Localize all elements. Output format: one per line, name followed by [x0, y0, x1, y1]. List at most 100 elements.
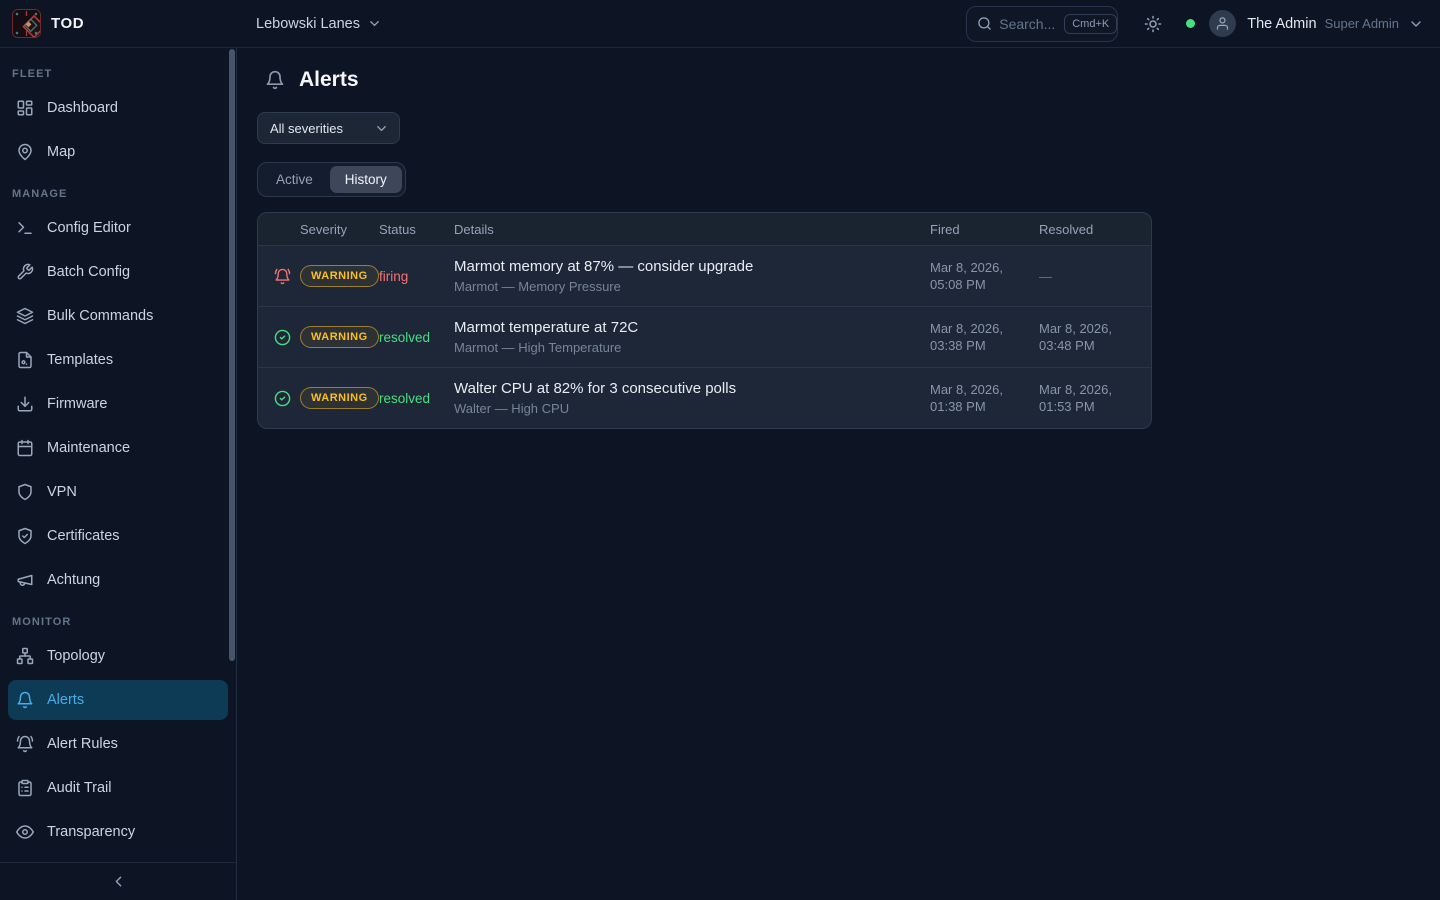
sidebar-item-achtung[interactable]: Achtung — [8, 560, 228, 600]
severity-badge: WARNING — [300, 387, 379, 409]
column-severity: Severity — [300, 222, 379, 237]
file-icon — [16, 351, 34, 369]
bell-ring-icon — [16, 735, 34, 753]
fired-timestamp: Mar 8, 2026, 01:38 PM — [930, 381, 1039, 415]
status-text: resolved — [379, 391, 454, 406]
topbar: TOD Lebowski Lanes Cmd+K The Admin Super… — [0, 0, 1440, 48]
connection-status-dot — [1186, 19, 1195, 28]
sidebar-item-certificates[interactable]: Certificates — [8, 516, 228, 556]
sidebar-item-label: Bulk Commands — [47, 308, 153, 324]
wrench-icon — [16, 263, 34, 281]
sidebar-scrollbar[interactable] — [229, 49, 235, 661]
sidebar-item-label: Alert Rules — [47, 736, 118, 752]
bell-icon — [265, 70, 285, 90]
status-text: firing — [379, 269, 454, 284]
org-selector[interactable]: Lebowski Lanes — [256, 16, 382, 32]
sidebar-item-label: Alerts — [47, 692, 84, 708]
sidebar-item-alert-rules[interactable]: Alert Rules — [8, 724, 228, 764]
terminal-icon — [16, 219, 34, 237]
alerts-table: Severity Status Details Fired Resolved W… — [257, 212, 1152, 429]
alerts-table-header: Severity Status Details Fired Resolved — [258, 213, 1151, 245]
sidebar-item-map[interactable]: Map — [8, 132, 228, 172]
tab-history[interactable]: History — [330, 166, 402, 193]
table-row[interactable]: WARNING resolved Marmot temperature at 7… — [258, 306, 1151, 367]
fired-timestamp: Mar 8, 2026, 03:38 PM — [930, 320, 1039, 354]
column-fired: Fired — [930, 222, 1039, 237]
sidebar-item-maintenance[interactable]: Maintenance — [8, 428, 228, 468]
column-resolved: Resolved — [1039, 222, 1135, 237]
sidebar-item-batch-config[interactable]: Batch Config — [8, 252, 228, 292]
section-label-fleet: FLEET — [8, 68, 228, 80]
chevron-down-icon — [1408, 16, 1424, 32]
alert-title: Marmot temperature at 72C — [454, 319, 906, 336]
search-input[interactable] — [999, 16, 1057, 32]
chevron-down-icon — [367, 16, 382, 31]
sidebar-item-label: Config Editor — [47, 220, 131, 236]
severity-filter-select[interactable]: All severities — [257, 112, 400, 144]
sidebar-collapse-button[interactable] — [110, 873, 127, 890]
bell-ring-icon — [274, 268, 300, 285]
download-icon — [16, 395, 34, 413]
tod-logo-icon — [12, 9, 41, 38]
page-title: Alerts — [299, 68, 359, 92]
table-row[interactable]: WARNING resolved Walter CPU at 82% for 3… — [258, 367, 1151, 428]
sidebar-item-alerts[interactable]: Alerts — [8, 680, 228, 720]
sidebar-item-vpn[interactable]: VPN — [8, 472, 228, 512]
search-shortcut-badge: Cmd+K — [1064, 14, 1117, 34]
alert-title: Walter CPU at 82% for 3 consecutive poll… — [454, 380, 906, 397]
clipboard-icon — [16, 779, 34, 797]
search-box[interactable]: Cmd+K — [966, 6, 1118, 42]
theme-toggle-sun-icon[interactable] — [1144, 15, 1162, 33]
org-selector-label: Lebowski Lanes — [256, 16, 360, 32]
sidebar-item-label: Topology — [47, 648, 105, 664]
eye-icon — [16, 823, 34, 841]
megaphone-icon — [16, 571, 34, 589]
brand-name: TOD — [51, 15, 84, 32]
tab-active[interactable]: Active — [261, 166, 328, 193]
resolved-timestamp: Mar 8, 2026, 01:53 PM — [1039, 381, 1135, 415]
sidebar-item-topology[interactable]: Topology — [8, 636, 228, 676]
section-label-monitor: MONITOR — [8, 616, 228, 628]
resolved-timestamp: — — [1039, 268, 1135, 285]
sidebar-item-label: Achtung — [47, 572, 100, 588]
sidebar-item-label: Maintenance — [47, 440, 130, 456]
sidebar-item-label: Dashboard — [47, 100, 118, 116]
avatar — [1209, 10, 1236, 37]
fired-timestamp: Mar 8, 2026, 05:08 PM — [930, 259, 1039, 293]
sidebar-item-label: Templates — [47, 352, 113, 368]
shield-check-icon — [16, 527, 34, 545]
shield-icon — [16, 483, 34, 501]
alert-details: Marmot temperature at 72C Marmot — High … — [454, 319, 930, 355]
calendar-icon — [16, 439, 34, 457]
dashboard-icon — [16, 99, 34, 117]
alert-title: Marmot memory at 87% — consider upgrade — [454, 258, 906, 275]
alerts-view-tabs: Active History — [257, 162, 406, 197]
sidebar-item-label: VPN — [47, 484, 77, 500]
sidebar-nav: FLEET Dashboard Map MANAGE Config Editor — [0, 48, 236, 852]
status-text: resolved — [379, 330, 454, 345]
alert-details: Walter CPU at 82% for 3 consecutive poll… — [454, 380, 930, 416]
severity-badge: WARNING — [300, 265, 379, 287]
sidebar-item-firmware[interactable]: Firmware — [8, 384, 228, 424]
sidebar-item-label: Audit Trail — [47, 780, 111, 796]
page-title-row: Alerts — [265, 68, 1420, 92]
column-status: Status — [379, 222, 454, 237]
section-label-manage: MANAGE — [8, 188, 228, 200]
chevron-down-icon — [374, 121, 389, 136]
sidebar-item-dashboard[interactable]: Dashboard — [8, 88, 228, 128]
severity-filter-value: All severities — [270, 121, 343, 136]
sidebar-item-bulk-commands[interactable]: Bulk Commands — [8, 296, 228, 336]
sidebar-item-config-editor[interactable]: Config Editor — [8, 208, 228, 248]
main-content: Alerts All severities Active History Sev… — [237, 48, 1440, 900]
table-row[interactable]: WARNING firing Marmot memory at 87% — co… — [258, 245, 1151, 306]
alert-subtitle: Marmot — High Temperature — [454, 340, 906, 355]
sidebar-item-templates[interactable]: Templates — [8, 340, 228, 380]
topbar-right: The Admin Super Admin — [1144, 10, 1424, 37]
circle-check-icon — [274, 329, 300, 346]
sidebar-item-label: Transparency — [47, 824, 135, 840]
severity-badge: WARNING — [300, 326, 379, 348]
user-menu[interactable]: The Admin Super Admin — [1209, 10, 1424, 37]
sidebar-item-audit-trail[interactable]: Audit Trail — [8, 768, 228, 808]
sidebar-item-transparency[interactable]: Transparency — [8, 812, 228, 852]
search-icon — [977, 16, 992, 31]
